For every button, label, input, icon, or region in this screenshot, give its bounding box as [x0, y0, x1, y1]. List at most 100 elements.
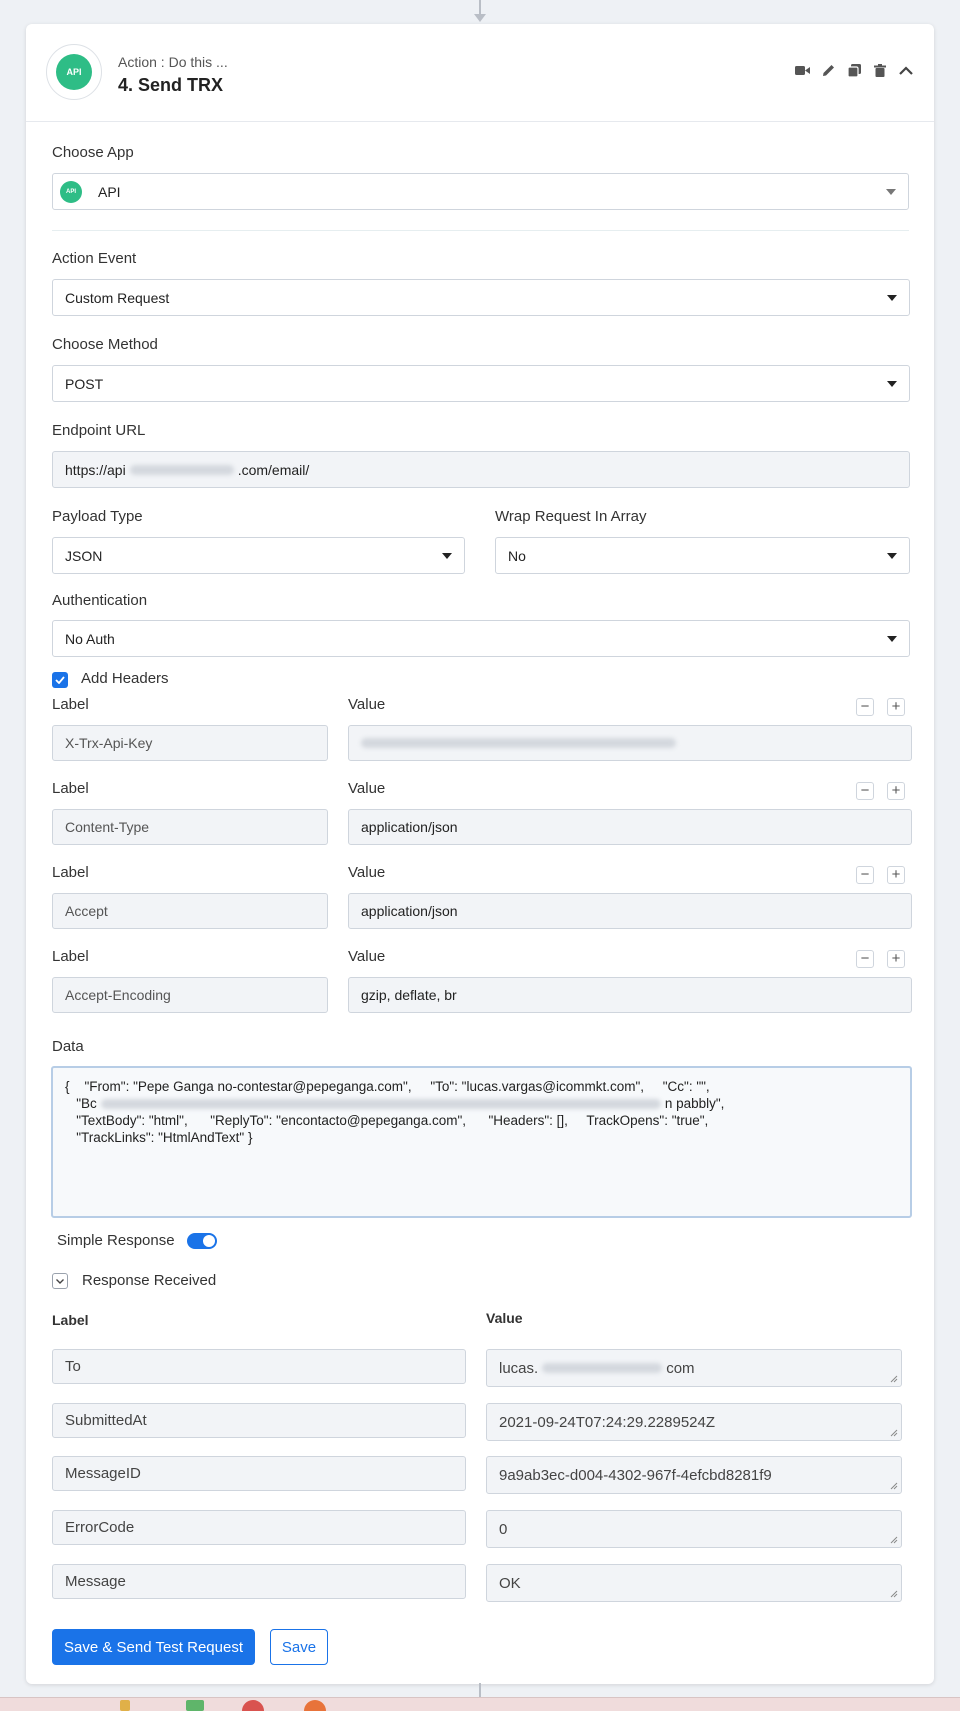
data-textarea[interactable]: { "From": "Pepe Ganga no-contestar@pepeg…: [51, 1066, 912, 1218]
chevron-down-icon: [56, 1278, 64, 1284]
taskbar-app-icon[interactable]: [304, 1700, 326, 1711]
header-label-value: Accept: [65, 903, 108, 919]
header-label-value: Accept-Encoding: [65, 987, 171, 1003]
response-value-field[interactable]: 0: [486, 1510, 902, 1548]
resize-handle-icon[interactable]: [890, 1482, 898, 1490]
choose-app-label: Choose App: [52, 144, 134, 161]
header-value-caption: Value: [348, 696, 386, 713]
dropdown-caret-icon: [887, 380, 897, 387]
remove-header-button[interactable]: −: [856, 950, 874, 968]
response-label-field: MessageID: [52, 1456, 466, 1491]
resize-handle-icon[interactable]: [890, 1590, 898, 1598]
remove-header-button[interactable]: −: [856, 782, 874, 800]
response-value-suffix: com: [666, 1359, 695, 1377]
save-send-test-button[interactable]: Save & Send Test Request: [52, 1629, 255, 1665]
chevron-up-icon[interactable]: [898, 62, 914, 78]
resize-handle-icon[interactable]: [890, 1429, 898, 1437]
data-line: "TrackLinks": "HtmlAndText" }: [65, 1130, 253, 1145]
response-collapse-toggle[interactable]: [52, 1273, 68, 1289]
api-icon: API: [60, 180, 82, 203]
header-value-input[interactable]: application/json: [348, 809, 912, 845]
taskbar-app-icon[interactable]: [242, 1700, 264, 1711]
app-logo: API: [46, 44, 102, 100]
resize-handle-icon[interactable]: [890, 1375, 898, 1383]
choose-app-value: API: [98, 183, 121, 200]
redacted-text: [129, 464, 234, 475]
choose-method-select[interactable]: POST: [52, 365, 910, 402]
response-value-text: 2021-09-24T07:24:29.2289524Z: [499, 1413, 716, 1431]
data-label: Data: [52, 1038, 84, 1055]
choose-method-value: POST: [65, 375, 104, 392]
header-label-caption: Label: [52, 948, 89, 965]
save-button[interactable]: Save: [270, 1629, 328, 1665]
action-event-select[interactable]: Custom Request: [52, 279, 910, 316]
response-value-text: 9a9ab3ec-d004-4302-967f-4efcbd8281f9: [499, 1466, 772, 1484]
authentication-label: Authentication: [52, 592, 148, 609]
response-value-field[interactable]: 9a9ab3ec-d004-4302-967f-4efcbd8281f9: [486, 1456, 902, 1494]
response-received-label: Response Received: [82, 1272, 217, 1289]
dropdown-caret-icon: [887, 552, 897, 559]
step-header[interactable]: API Action : Do this ... 4. Send TRX: [26, 24, 934, 122]
flow-arrow-icon: [474, 14, 486, 22]
simple-response-label: Simple Response: [57, 1232, 175, 1249]
response-value-text: 0: [499, 1520, 508, 1538]
response-label-field: To: [52, 1349, 466, 1384]
step-subtitle: Action : Do this ...: [118, 54, 228, 70]
response-value-prefix: lucas.: [499, 1359, 539, 1377]
header-label-input[interactable]: Content-Type: [52, 809, 328, 845]
header-label-input[interactable]: Accept-Encoding: [52, 977, 328, 1013]
header-value-caption: Value: [348, 948, 386, 965]
header-value-input[interactable]: gzip, deflate, br: [348, 977, 912, 1013]
resize-handle-icon[interactable]: [890, 1536, 898, 1544]
remove-header-button[interactable]: −: [856, 866, 874, 884]
header-value-input[interactable]: application/json: [348, 893, 912, 929]
response-label-field: ErrorCode: [52, 1510, 466, 1545]
header-value-input[interactable]: [348, 725, 912, 761]
choose-method-label: Choose Method: [52, 336, 158, 353]
action-event-label: Action Event: [52, 250, 137, 267]
video-icon[interactable]: [794, 62, 810, 78]
authentication-select[interactable]: No Auth: [52, 620, 910, 657]
dropdown-caret-icon: [887, 294, 897, 301]
payload-type-select[interactable]: JSON: [52, 537, 465, 574]
response-value-field[interactable]: OK: [486, 1564, 902, 1602]
copy-icon[interactable]: [846, 62, 862, 78]
add-header-button[interactable]: +: [887, 866, 905, 884]
header-label-input[interactable]: Accept: [52, 893, 328, 929]
trash-icon[interactable]: [872, 62, 888, 78]
endpoint-url-suffix: .com/email/: [237, 461, 310, 478]
action-event-value: Custom Request: [65, 289, 170, 306]
response-label-field: Message: [52, 1564, 466, 1599]
taskbar-app-icon[interactable]: [186, 1700, 204, 1711]
endpoint-url-prefix: https://api: [65, 461, 126, 478]
wrap-request-select[interactable]: No: [495, 537, 910, 574]
os-taskbar: [0, 1697, 960, 1711]
header-label-caption: Label: [52, 780, 89, 797]
response-value-text: OK: [499, 1574, 521, 1592]
add-headers-checkbox[interactable]: [52, 672, 68, 688]
payload-type-label: Payload Type: [52, 508, 143, 525]
data-line: "TextBody": "html", "ReplyTo": "encontac…: [65, 1113, 709, 1128]
data-line: { "From": "Pepe Ganga no-contestar@pepeg…: [65, 1079, 710, 1094]
remove-header-button[interactable]: −: [856, 698, 874, 716]
response-label-header: Label: [52, 1312, 89, 1328]
redacted-text: [100, 1099, 661, 1110]
simple-response-toggle[interactable]: [187, 1233, 217, 1249]
add-header-button[interactable]: +: [887, 782, 905, 800]
header-label-input[interactable]: X-Trx-Api-Key: [52, 725, 328, 761]
data-line: "Bc n pabbly",: [65, 1096, 725, 1111]
header-value-caption: Value: [348, 864, 386, 881]
wrap-request-value: No: [508, 547, 526, 564]
header-value-caption: Value: [348, 780, 386, 797]
choose-app-select[interactable]: API API: [52, 173, 909, 210]
endpoint-url-input[interactable]: https://api .com/email/: [52, 451, 910, 488]
header-label-value: Content-Type: [65, 819, 150, 835]
api-icon: API: [56, 54, 92, 90]
step-title: 4. Send TRX: [118, 75, 224, 95]
add-header-button[interactable]: +: [887, 950, 905, 968]
response-value-field[interactable]: lucas. com: [486, 1349, 902, 1387]
taskbar-app-icon[interactable]: [120, 1700, 130, 1711]
response-value-field[interactable]: 2021-09-24T07:24:29.2289524Z: [486, 1403, 902, 1441]
add-header-button[interactable]: +: [887, 698, 905, 716]
pencil-icon[interactable]: [820, 62, 836, 78]
